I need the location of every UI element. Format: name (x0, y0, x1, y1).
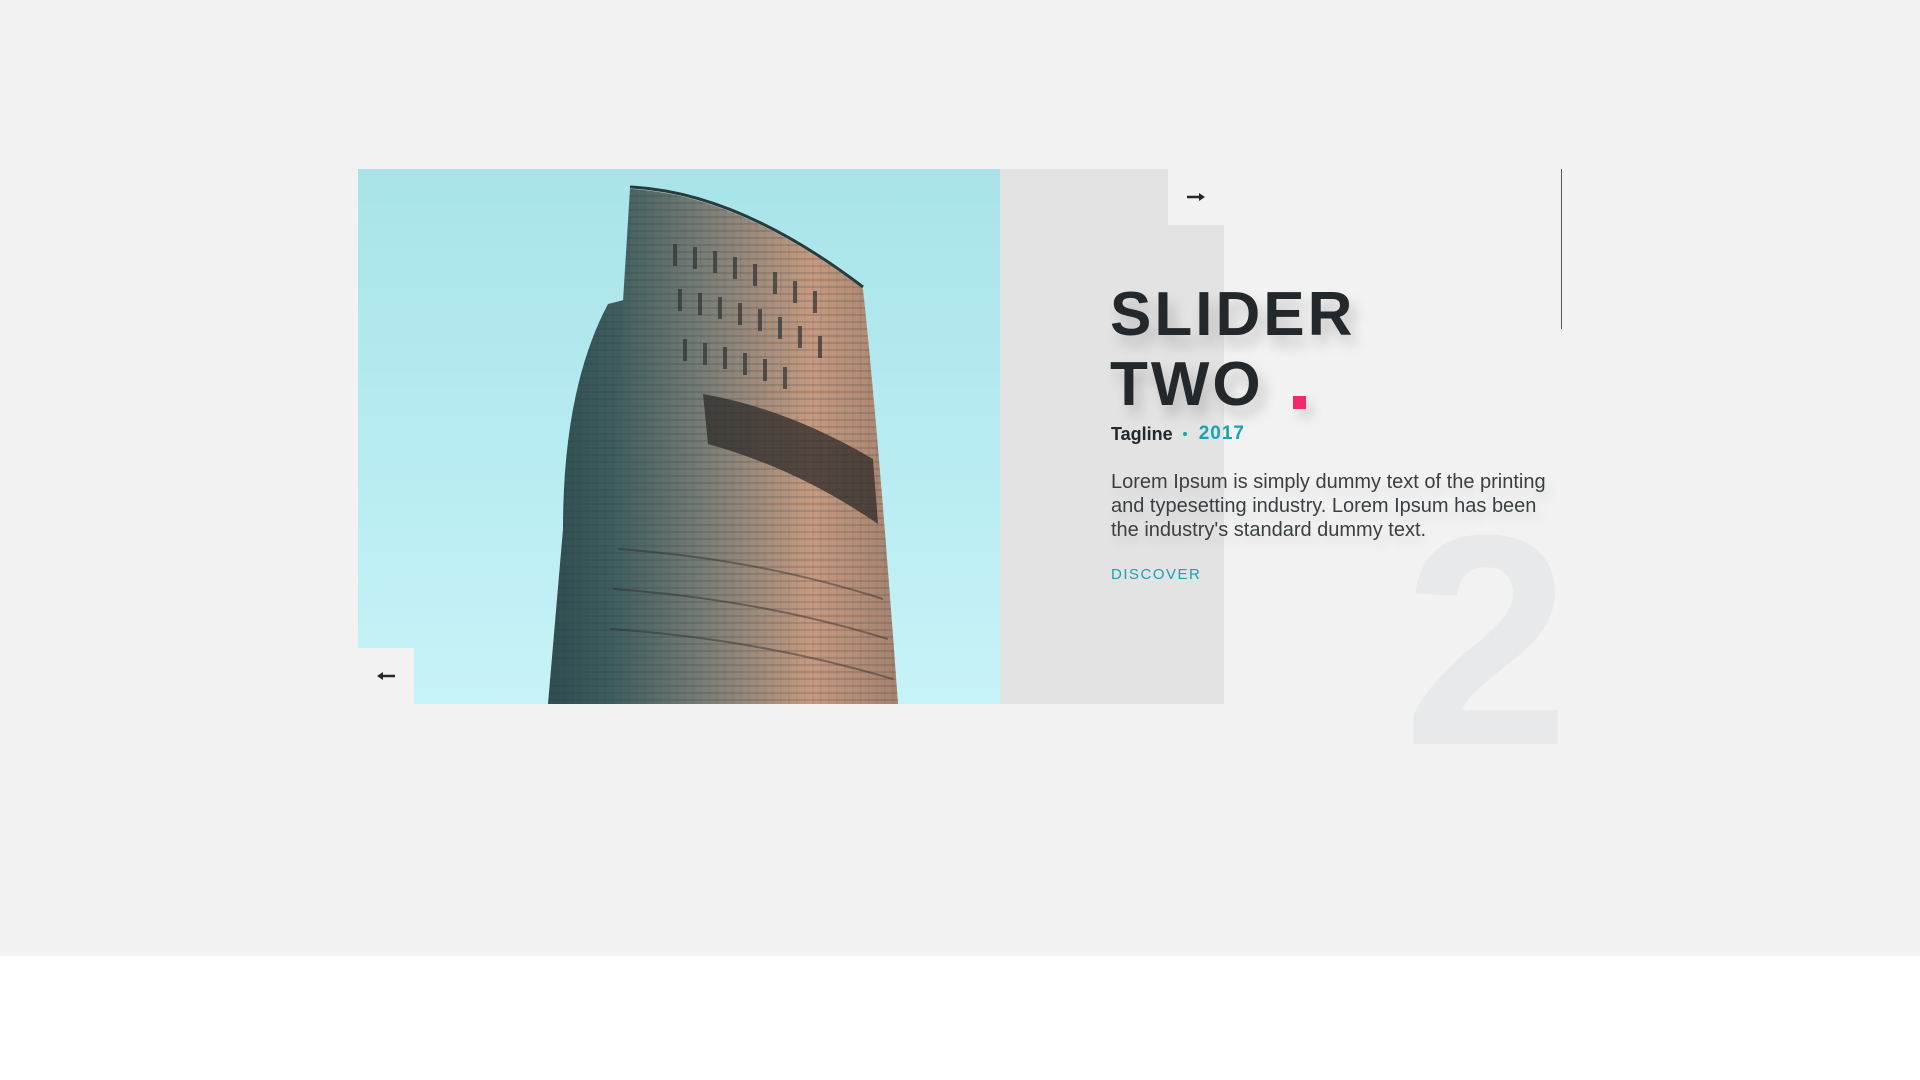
separator-dot (1182, 432, 1187, 436)
slider-stage: 2 SLIDER TWO Tagline 2017 Lorem Ipsum is… (0, 0, 1920, 956)
discover-link[interactable]: DISCOVER (1111, 566, 1201, 583)
slide-title: SLIDER TWO (1110, 280, 1470, 420)
divider-line (1561, 169, 1562, 329)
arrow-left-icon (377, 672, 395, 680)
arrow-right-icon (1187, 193, 1205, 201)
title-line-1: SLIDER (1110, 280, 1356, 349)
prev-slide-button[interactable] (358, 648, 414, 704)
tagline: Tagline (1111, 423, 1173, 444)
title-line-2: TWO (1110, 350, 1264, 419)
next-slide-button[interactable] (1168, 169, 1224, 225)
year-label: 2017 (1198, 423, 1245, 444)
accent-square (1293, 396, 1306, 409)
slide-description: Lorem Ipsum is simply dummy text of the … (1111, 471, 1546, 541)
skyscraper-illustration (548, 185, 898, 704)
slide-meta: Tagline 2017 (1111, 422, 1245, 446)
slide-image (358, 169, 1000, 704)
